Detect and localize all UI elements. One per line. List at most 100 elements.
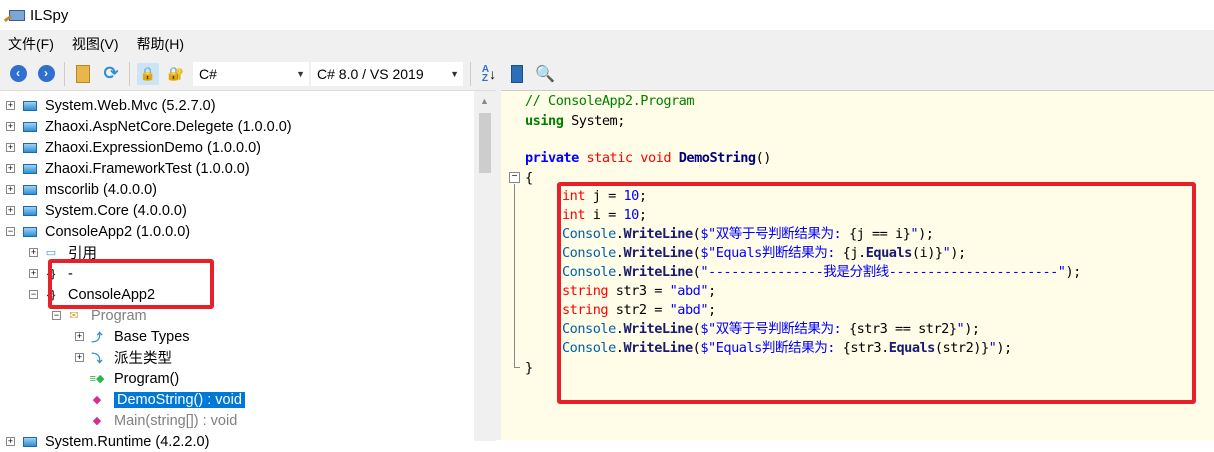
language-value: C# bbox=[199, 65, 217, 82]
sort-az-icon: AZ bbox=[481, 63, 490, 84]
show-all-button[interactable]: 🔐 bbox=[165, 63, 187, 85]
code-token: void bbox=[640, 150, 672, 166]
toolbar-separator bbox=[64, 61, 65, 86]
tree-node[interactable]: + System.Web.Mvc (5.2.7.0) bbox=[6, 95, 216, 116]
highlight-box-code bbox=[557, 182, 1196, 404]
tree-node-label: 派生类型 bbox=[114, 351, 172, 367]
chevron-down-icon: ▼ bbox=[296, 68, 305, 79]
tree-node[interactable]: + mscorlib (4.0.0.0) bbox=[6, 179, 157, 200]
toolbar-separator bbox=[470, 61, 471, 86]
collapse-icon[interactable]: − bbox=[29, 290, 38, 299]
sort-button[interactable]: A Z ↓ bbox=[478, 63, 500, 85]
language-select[interactable]: C# ▼ bbox=[193, 61, 309, 86]
assembly-icon bbox=[19, 99, 37, 113]
book-icon bbox=[511, 64, 523, 83]
scrollbar-thumb[interactable] bbox=[479, 113, 491, 173]
refresh-icon: ⟳ bbox=[103, 63, 119, 83]
class-icon: ✉ bbox=[69, 310, 79, 322]
constructor-icon: ≡◆ bbox=[89, 373, 105, 385]
code-token: System; bbox=[563, 113, 625, 129]
expand-icon[interactable]: + bbox=[6, 437, 15, 446]
menu-view[interactable]: 视图(V) bbox=[72, 34, 119, 54]
code-line: using System; bbox=[525, 112, 625, 131]
assembly-icon bbox=[19, 225, 37, 239]
expand-icon[interactable]: + bbox=[6, 185, 15, 194]
tree-node[interactable]: + System.Core (4.0.0.0) bbox=[6, 200, 187, 221]
expand-icon[interactable]: + bbox=[6, 164, 15, 173]
fold-line bbox=[514, 184, 520, 368]
code-token: () bbox=[755, 150, 772, 166]
search-icon: 🔍 bbox=[535, 65, 555, 83]
expand-icon[interactable]: + bbox=[29, 269, 38, 278]
tree-node-label: System.Runtime (4.2.2.0) bbox=[45, 433, 210, 450]
method-icon: ◆ bbox=[92, 394, 102, 406]
expand-icon[interactable]: + bbox=[75, 353, 84, 362]
title-bar: ILSpy bbox=[0, 0, 1214, 30]
tree-node[interactable]: + ⤵ 派生类型 bbox=[75, 347, 172, 368]
tree-node[interactable]: + System.Runtime (4.2.2.0) bbox=[6, 431, 209, 452]
references-icon: ▭ bbox=[45, 247, 57, 259]
base-types-icon: ⤴ bbox=[91, 331, 103, 344]
lock-icon: 🔒 bbox=[139, 65, 157, 81]
version-value: C# 8.0 / VS 2019 bbox=[317, 65, 424, 82]
tree-node-label: Zhaoxi.ExpressionDemo (1.0.0.0) bbox=[45, 139, 261, 156]
assembly-icon bbox=[19, 120, 37, 134]
code-token: // ConsoleApp2.Program bbox=[525, 93, 695, 109]
search-button[interactable]: 🔍 bbox=[534, 63, 556, 85]
tree-node-label: System.Web.Mvc (5.2.7.0) bbox=[45, 97, 216, 114]
code-line: private static void DemoString() bbox=[525, 149, 771, 168]
expand-icon[interactable]: + bbox=[29, 248, 38, 257]
tree-node[interactable]: + Zhaoxi.ExpressionDemo (1.0.0.0) bbox=[6, 137, 261, 158]
tree-node-label: Zhaoxi.AspNetCore.Delegete (1.0.0.0) bbox=[45, 118, 292, 135]
expand-icon[interactable]: + bbox=[6, 143, 15, 152]
tree-node[interactable]: − ConsoleApp2 (1.0.0.0) bbox=[6, 221, 190, 242]
tree-node-label: mscorlib (4.0.0.0) bbox=[45, 181, 158, 198]
highlight-box-namespaces bbox=[48, 259, 214, 309]
tree-node[interactable]: + Zhaoxi.AspNetCore.Delegete (1.0.0.0) bbox=[6, 116, 292, 137]
menu-file[interactable]: 文件(F) bbox=[8, 34, 54, 54]
code-line: { bbox=[525, 169, 533, 188]
expand-icon[interactable]: + bbox=[6, 206, 15, 215]
tree-node-label: Program() bbox=[114, 370, 180, 387]
tree-node-label: DemoString() : void bbox=[114, 391, 245, 408]
window-title: ILSpy bbox=[30, 6, 69, 24]
ilspy-logo-icon bbox=[4, 8, 25, 22]
open-button[interactable] bbox=[72, 63, 94, 85]
arrow-left-icon: ‹ bbox=[9, 65, 27, 82]
arrow-right-icon: › bbox=[37, 65, 55, 82]
code-token: private bbox=[525, 150, 579, 166]
code-token: } bbox=[525, 360, 533, 376]
tree-scrollbar[interactable]: ▲ bbox=[474, 91, 496, 441]
show-internal-button[interactable]: 🔒 bbox=[137, 62, 159, 85]
assembly-icon bbox=[19, 141, 37, 155]
derived-types-icon: ⤵ bbox=[91, 352, 103, 365]
menu-help[interactable]: 帮助(H) bbox=[137, 34, 184, 54]
tree-node[interactable]: + Zhaoxi.FrameworkTest (1.0.0.0) bbox=[6, 158, 250, 179]
expand-icon[interactable]: + bbox=[75, 332, 84, 341]
reload-button[interactable]: ⟳ bbox=[100, 63, 122, 85]
expand-icon[interactable]: + bbox=[6, 122, 15, 131]
tree-node[interactable]: + ⤴ Base Types bbox=[75, 326, 190, 347]
tree-node-label: Main(string[]) : void bbox=[114, 412, 238, 429]
open-folder-icon bbox=[76, 64, 90, 83]
assembly-icon bbox=[19, 204, 37, 218]
toolbar-separator bbox=[129, 61, 130, 86]
tree-node[interactable]: ≡◆ Program() bbox=[75, 368, 180, 389]
scroll-up-icon[interactable]: ▲ bbox=[480, 96, 489, 106]
manual-button[interactable] bbox=[506, 63, 528, 85]
assembly-icon bbox=[19, 183, 37, 197]
version-select[interactable]: C# 8.0 / VS 2019 ▼ bbox=[311, 61, 463, 86]
collapse-icon[interactable]: − bbox=[6, 227, 15, 236]
expand-icon[interactable]: + bbox=[6, 101, 15, 110]
tree-node[interactable]: ◆ DemoString() : void bbox=[75, 389, 245, 410]
forward-button[interactable]: › bbox=[35, 63, 57, 85]
back-button[interactable]: ‹ bbox=[7, 63, 29, 85]
assembly-icon bbox=[19, 162, 37, 176]
assembly-icon bbox=[19, 435, 37, 449]
tree-node[interactable]: ◆ Main(string[]) : void bbox=[75, 410, 238, 431]
collapse-icon[interactable]: − bbox=[52, 311, 61, 320]
collapse-icon[interactable]: − bbox=[509, 172, 520, 183]
tree-node-label: Program bbox=[91, 307, 147, 324]
lock-remove-icon: 🔐 bbox=[167, 65, 185, 81]
